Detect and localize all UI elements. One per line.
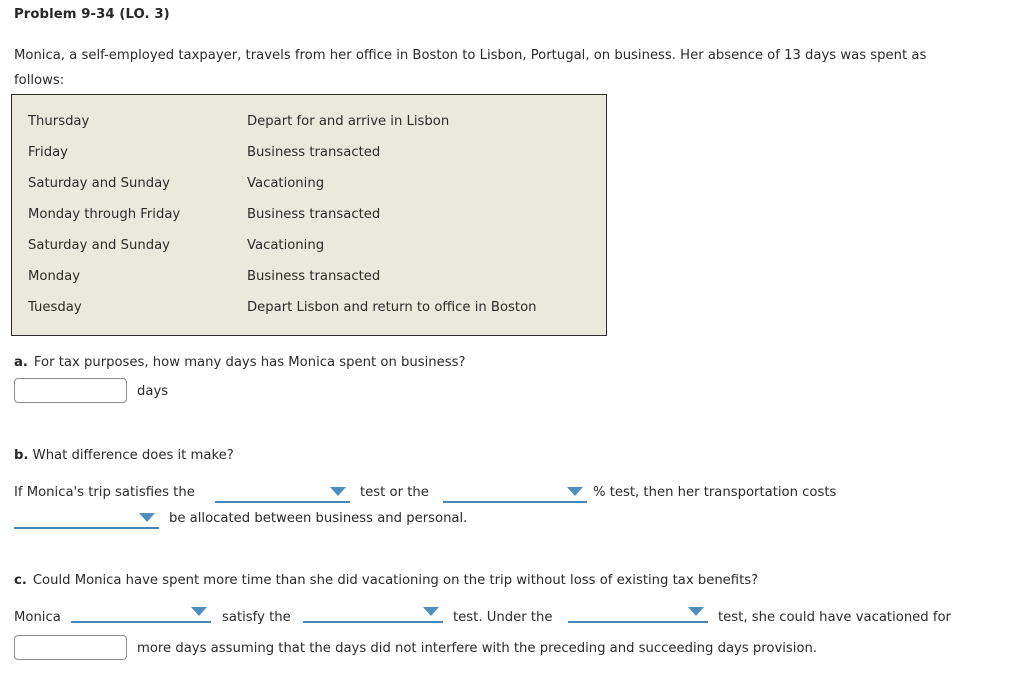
business-days-input[interactable] (14, 378, 127, 403)
part-b-fragment-3: % test, then her transportation costs (593, 485, 837, 500)
part-b-label: b. (14, 448, 29, 463)
days-unit-label: days (137, 384, 169, 399)
chevron-down-icon (139, 513, 155, 522)
dropdown-test-name-2[interactable] (568, 601, 708, 623)
part-b-fragment-1: If Monica's trip satisfies the (14, 485, 195, 500)
table-row: Friday Business transacted (12, 137, 606, 168)
table-row: Monday Business transacted (12, 261, 606, 292)
dropdown-trip-test-1-value (215, 481, 350, 483)
dropdown-allocation-modal-value (14, 507, 159, 509)
dropdown-monica-satisfy-value (71, 601, 211, 603)
chevron-down-icon (191, 607, 207, 616)
part-b-fragment-4: be allocated between business and person… (169, 511, 468, 526)
schedule-day: Saturday and Sunday (28, 176, 170, 191)
part-c-trailing-text: more days assuming that the days did not… (137, 641, 818, 656)
schedule-activity: Business transacted (247, 207, 381, 222)
part-c-fragment-3: test. Under the (453, 610, 553, 625)
problem-intro-text: Monica, a self-employed taxpayer, travel… (14, 48, 927, 88)
schedule-table: Thursday Depart for and arrive in Lisbon… (11, 94, 607, 336)
dropdown-allocation-modal[interactable] (14, 507, 159, 529)
part-c-label: c. (14, 573, 27, 588)
schedule-activity: Business transacted (247, 145, 381, 160)
dropdown-test-name-1[interactable] (303, 601, 443, 623)
dropdown-test-name-2-value (568, 601, 708, 603)
part-c-question-text: Could Monica have spent more time than s… (32, 573, 759, 588)
table-row: Monday through Friday Business transacte… (12, 199, 606, 230)
dropdown-trip-test-2[interactable] (443, 481, 587, 503)
schedule-activity: Depart Lisbon and return to office in Bo… (247, 300, 537, 315)
schedule-activity: Depart for and arrive in Lisbon (247, 114, 450, 129)
dropdown-monica-satisfy[interactable] (71, 601, 211, 623)
dropdown-trip-test-1[interactable] (215, 481, 350, 503)
part-a-question-text: For tax purposes, how many days has Moni… (33, 355, 466, 370)
table-row: Thursday Depart for and arrive in Lisbon (12, 106, 606, 137)
problem-page: Problem 9-34 (LO. 3) Monica, a self-empl… (0, 0, 1024, 677)
part-c-question: c. Could Monica have spent more time than… (14, 573, 758, 588)
chevron-down-icon (330, 487, 346, 496)
schedule-day: Saturday and Sunday (28, 238, 170, 253)
schedule-activity: Vacationing (247, 238, 325, 253)
dropdown-trip-test-2-value (443, 481, 587, 483)
schedule-day: Monday through Friday (28, 207, 181, 222)
table-row: Saturday and Sunday Vacationing (12, 168, 606, 199)
schedule-activity: Vacationing (247, 176, 325, 191)
part-b-fragment-2: test or the (360, 485, 429, 500)
page-title: Problem 9-34 (LO. 3) (14, 7, 170, 22)
dropdown-test-name-1-value (303, 601, 443, 603)
chevron-down-icon (567, 487, 583, 496)
part-c-fragment-4: test, she could have vacationed for (718, 610, 951, 625)
table-row: Saturday and Sunday Vacationing (12, 230, 606, 261)
schedule-day: Monday (28, 269, 81, 284)
table-row: Tuesday Depart Lisbon and return to offi… (12, 292, 606, 323)
schedule-activity: Business transacted (247, 269, 381, 284)
part-b-question: b. What difference does it make? (14, 448, 234, 463)
more-vacation-days-input[interactable] (14, 635, 127, 660)
schedule-day: Friday (28, 145, 68, 160)
part-b-question-text: What difference does it make? (32, 448, 234, 463)
chevron-down-icon (688, 607, 704, 616)
schedule-day: Tuesday (28, 300, 82, 315)
chevron-down-icon (423, 607, 439, 616)
part-a-label: a. (14, 355, 28, 370)
part-c-fragment-1: Monica (14, 610, 61, 625)
part-c-fragment-2: satisfy the (222, 610, 291, 625)
part-a-question: a. For tax purposes, how many days has Mo… (14, 355, 465, 370)
schedule-day: Thursday (28, 114, 90, 129)
